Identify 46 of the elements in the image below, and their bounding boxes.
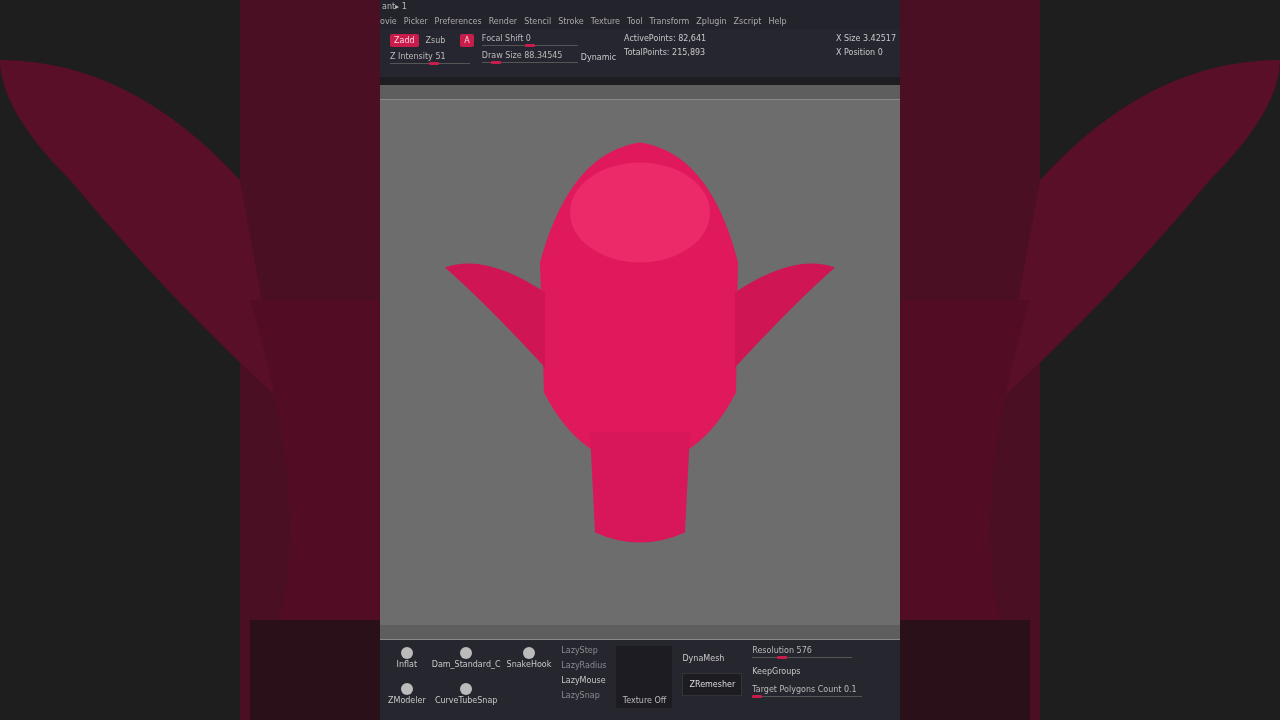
position-text: X Position 0 [835, 48, 884, 57]
menu-item[interactable]: Preferences [434, 16, 482, 26]
sphere-icon[interactable] [458, 682, 475, 696]
menu-item[interactable]: Transform [649, 16, 690, 26]
brush-label[interactable]: CurveTubeSnap [434, 696, 498, 705]
slider-label: Target Polygons Count 0.1 [752, 685, 858, 694]
menu-item[interactable]: Render [488, 16, 518, 26]
menu-item[interactable]: ovie [380, 16, 397, 26]
menu-item[interactable]: Stroke [558, 16, 584, 26]
brush-label[interactable]: Dam_Standard_C [431, 660, 501, 669]
sphere-icon[interactable] [458, 646, 475, 660]
slider-thumb[interactable] [491, 61, 502, 64]
slider-label: Resolution 576 [752, 646, 813, 655]
mode-button[interactable]: Zsub [421, 34, 450, 47]
brush-label[interactable]: ZModeler [388, 696, 426, 705]
slider-thumb[interactable] [524, 44, 535, 47]
mode-button[interactable]: Zadd [390, 34, 419, 47]
brush-label[interactable]: SnakeHook [506, 660, 552, 669]
rgb-button[interactable]: A [460, 34, 474, 47]
dynamesh-button[interactable]: DynaMesh [682, 654, 743, 663]
menu-item[interactable]: Tool [627, 16, 643, 26]
dynamic-label[interactable]: Dynamic [580, 52, 617, 62]
stats-text: TotalPoints: 215,893 [624, 48, 707, 57]
sphere-icon[interactable] [398, 682, 415, 696]
sphere-icon[interactable] [398, 646, 415, 660]
slider-label: Draw Size 88.34545 [481, 51, 564, 60]
brush-label[interactable]: Inflat [396, 660, 418, 669]
menu-item[interactable]: Texture [590, 16, 620, 26]
slider-label: Z Intensity 51 [390, 52, 447, 61]
texture-slot[interactable]: Texture Off [616, 646, 673, 708]
keepgroups-option[interactable]: KeepGroups [752, 667, 863, 676]
slider-label: Focal Shift 0 [481, 34, 532, 43]
lazy-option[interactable]: LazyMouse [561, 676, 607, 685]
menu-item[interactable]: Zscript [733, 16, 762, 26]
stats-text: ActivePoints: 82,641 [624, 34, 707, 43]
position-text: X Size 3.42517 [835, 34, 896, 43]
menu-item[interactable]: Zplugin [696, 16, 727, 26]
sphere-icon[interactable] [520, 646, 537, 660]
menu-item[interactable]: Picker [403, 16, 428, 26]
window-title: ant▸ 1 [381, 1, 408, 13]
slider-thumb[interactable] [429, 62, 439, 65]
slider-thumb[interactable] [751, 695, 762, 698]
slider-thumb[interactable] [777, 656, 788, 659]
menu-item[interactable]: Stencil [524, 16, 552, 26]
menu-item[interactable]: Help [768, 16, 787, 26]
zremesher-button[interactable]: ZRemesher [682, 673, 743, 696]
